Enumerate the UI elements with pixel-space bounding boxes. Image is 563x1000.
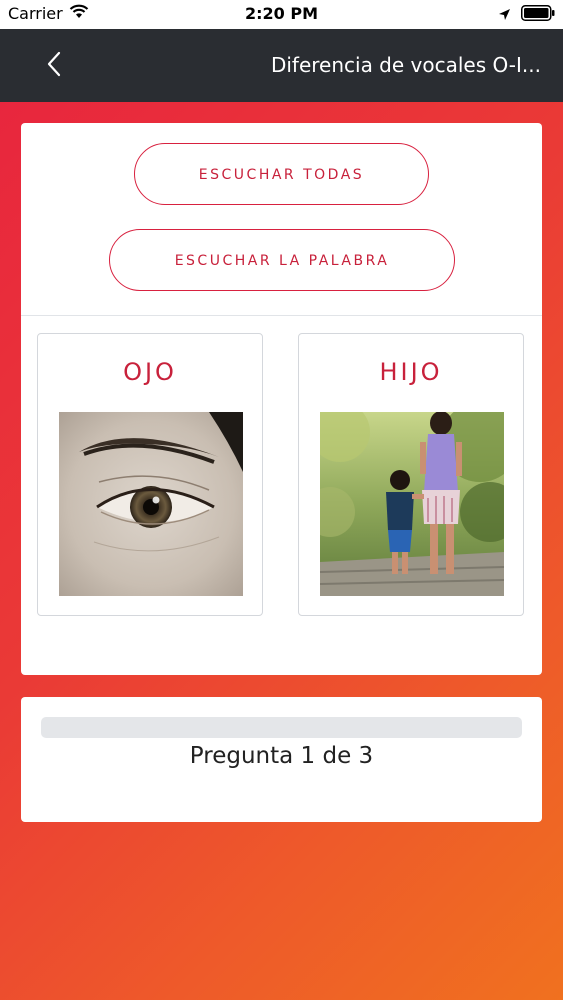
option-word: HIJO (379, 358, 443, 386)
status-bar: Carrier 2:20 PM (0, 0, 563, 29)
location-arrow-icon (498, 6, 511, 25)
status-right (498, 5, 555, 25)
mother-and-child-walking-photo (320, 412, 504, 596)
option-card-ojo[interactable]: OJO (37, 333, 263, 616)
question-counter: Pregunta 1 de 3 (189, 743, 374, 769)
listen-all-button[interactable]: ESCUCHAR TODAS (134, 143, 429, 205)
status-time: 2:20 PM (244, 4, 318, 23)
back-button[interactable] (40, 49, 70, 79)
navigation-bar: Diferencia de vocales O-I... (0, 29, 563, 102)
exercise-card: ESCUCHAR TODAS ESCUCHAR LA PALABRA OJO H… (21, 123, 542, 675)
page-title: Diferencia de vocales O-I... (270, 53, 541, 77)
divider (21, 315, 542, 316)
battery-icon (521, 5, 555, 25)
option-word: OJO (123, 358, 177, 386)
listen-word-button[interactable]: ESCUCHAR LA PALABRA (109, 229, 455, 291)
chevron-left-icon (40, 51, 70, 83)
option-card-hijo[interactable]: HIJO (298, 333, 524, 616)
eye-photo (59, 412, 243, 596)
progress-card: Pregunta 1 de 3 (21, 697, 542, 822)
progress-bar (41, 717, 522, 738)
